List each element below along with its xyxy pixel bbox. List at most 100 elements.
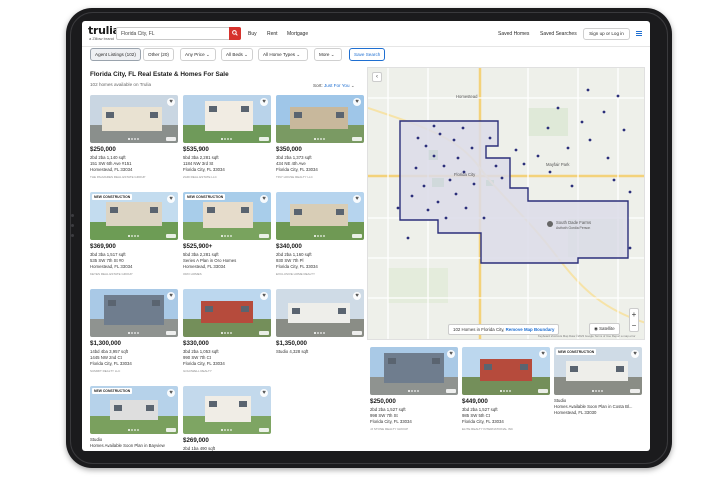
- trulia-logo[interactable]: trulia a Zillow brand: [88, 25, 120, 41]
- agent-listings-tab[interactable]: Agent Listings (102): [90, 48, 141, 61]
- broker-logo: [352, 234, 362, 238]
- favorite-heart-icon[interactable]: ♥: [167, 389, 175, 397]
- nav-buy[interactable]: Buy: [248, 31, 257, 37]
- listing-photo[interactable]: ♥: [183, 289, 271, 337]
- listing-photo[interactable]: ♥: [276, 289, 364, 337]
- collapse-map-button[interactable]: ‹: [372, 72, 382, 82]
- listing-photo[interactable]: ♥ NEW CONSTRUCTION: [90, 192, 178, 240]
- sort-dropdown[interactable]: Sort: Just For You ⌄: [313, 83, 355, 89]
- zoom-out-button[interactable]: −: [630, 320, 638, 331]
- map-panel[interactable]: ‹ Homestead Florida City Mayfair Park So…: [367, 67, 645, 340]
- listing-photo[interactable]: ♥ NEW CONSTRUCTION: [90, 386, 178, 434]
- listing-card[interactable]: ♥ NEW CONSTRUCTION $525,900+ 5bd 3ba 2,281 …: [183, 192, 271, 276]
- photo-carousel-dots[interactable]: [128, 429, 142, 431]
- listing-card[interactable]: ♥ $350,000 3bd 2ba 1,373 sqft 434 NE 4th Av…: [276, 95, 364, 179]
- beds-filter[interactable]: All Beds ⌄: [221, 48, 253, 61]
- listing-photo[interactable]: ♥: [462, 347, 550, 395]
- favorite-heart-icon[interactable]: ♥: [353, 292, 361, 300]
- listing-price: $250,000: [90, 146, 116, 153]
- listing-card[interactable]: ♥ $250,000 2bd 2ba 1,527 sqft 998 SW 7th St…: [370, 347, 458, 431]
- signup-login-button[interactable]: Sign up or Log in: [583, 28, 630, 40]
- favorite-heart-icon[interactable]: ♥: [631, 350, 639, 358]
- tablet-sensor: [71, 224, 74, 227]
- other-listings-tab[interactable]: Other (20): [143, 48, 174, 61]
- favorite-heart-icon[interactable]: ♥: [447, 350, 455, 358]
- listing-card[interactable]: ♥ NEW CONSTRUCTION Studio Homes Available S…: [90, 386, 178, 448]
- listing-card[interactable]: ♥ $250,000 2bd 2ba 1,140 sqft 151 SW 6th Av…: [90, 95, 178, 179]
- listing-city: Homestead, FL 33034: [183, 264, 226, 269]
- listing-card[interactable]: ♥ $1,300,000 14bd 4ba 3,957 sqft 1445 NW 2n…: [90, 289, 178, 373]
- nav-mortgage[interactable]: Mortgage: [287, 31, 308, 37]
- listing-card[interactable]: ♥ $449,000 3bd 2ba 1,527 sqft 985 SW 5th Ct…: [462, 347, 550, 431]
- favorite-heart-icon[interactable]: ♥: [167, 195, 175, 203]
- photo-carousel-dots[interactable]: [221, 235, 235, 237]
- listing-broker: Zaid Real Estate LLC: [183, 175, 217, 179]
- broker-logo: [630, 389, 640, 393]
- photo-carousel-dots[interactable]: [221, 429, 235, 431]
- new-construction-badge: NEW CONSTRUCTION: [185, 194, 226, 200]
- listing-photo[interactable]: ♥: [370, 347, 458, 395]
- photo-carousel-dots[interactable]: [221, 138, 235, 140]
- listing-photo[interactable]: ♥: [183, 386, 271, 434]
- photo-carousel-dots[interactable]: [408, 390, 422, 392]
- map-canvas[interactable]: [368, 68, 645, 340]
- favorite-heart-icon[interactable]: ♥: [260, 389, 268, 397]
- listing-card[interactable]: ♥ $340,000 2bd 2ba 1,160 sqft 930 SW 7th Pl…: [276, 192, 364, 276]
- listing-card[interactable]: ♥ NEW CONSTRUCTION $369,900 3bd 3ba 1,517 s…: [90, 192, 178, 276]
- listing-city: Florida City, FL 33034: [462, 419, 504, 424]
- favorite-heart-icon[interactable]: ♥: [167, 292, 175, 300]
- listing-broker: Goldwell Realty: [183, 369, 212, 373]
- listing-photo[interactable]: ♥: [276, 95, 364, 143]
- photo-carousel-dots[interactable]: [500, 390, 514, 392]
- saved-homes-link[interactable]: Saved Homes: [498, 31, 529, 37]
- listing-card[interactable]: ♥ $535,900 5bd 3ba 2,281 sqft 1184 NW 3rd S…: [183, 95, 271, 179]
- listing-photo[interactable]: ♥: [90, 289, 178, 337]
- listing-photo[interactable]: ♥: [183, 95, 271, 143]
- listing-card[interactable]: ♥ $269,000 2bd 1ba 490 sqft: [183, 386, 271, 451]
- listing-broker: Exclusive Home Realty: [276, 272, 315, 276]
- listing-details: 2bd 2ba 1,527 sqft: [370, 407, 406, 412]
- photo-carousel-dots[interactable]: [128, 235, 142, 237]
- listing-broker: The Palmares Real Estate Group: [90, 175, 146, 179]
- search-input[interactable]: Florida City, FL: [116, 27, 241, 40]
- listing-photo[interactable]: ♥: [90, 95, 178, 143]
- favorite-heart-icon[interactable]: ♥: [353, 195, 361, 203]
- listing-details: Studio: [90, 437, 103, 442]
- listing-details: 2bd 2ba 1,160 sqft: [276, 252, 312, 257]
- more-filters[interactable]: More ⌄: [314, 48, 342, 61]
- listing-details: Studio 4,328 sqft: [276, 349, 309, 354]
- home-type-filter[interactable]: All Home Types ⌄: [258, 48, 308, 61]
- broker-logo: [259, 331, 269, 335]
- photo-carousel-dots[interactable]: [128, 332, 142, 334]
- listing-card[interactable]: ♥ $1,350,000 Studio 4,328 sqft: [276, 289, 364, 354]
- zoom-in-button[interactable]: +: [630, 309, 638, 320]
- nav-rent[interactable]: Rent: [267, 31, 278, 37]
- favorite-heart-icon[interactable]: ♥: [260, 292, 268, 300]
- listing-photo[interactable]: ♥: [276, 192, 364, 240]
- listing-photo[interactable]: ♥ NEW CONSTRUCTION: [183, 192, 271, 240]
- results-title: Florida City, FL Real Estate & Homes For…: [90, 71, 229, 78]
- hamburger-menu-icon[interactable]: [636, 31, 642, 36]
- photo-carousel-dots[interactable]: [314, 235, 328, 237]
- favorite-heart-icon[interactable]: ♥: [353, 98, 361, 106]
- photo-carousel-dots[interactable]: [314, 138, 328, 140]
- photo-carousel-dots[interactable]: [314, 332, 328, 334]
- favorite-heart-icon[interactable]: ♥: [260, 98, 268, 106]
- photo-carousel-dots[interactable]: [128, 138, 142, 140]
- saved-searches-link[interactable]: Saved Searches: [540, 31, 577, 37]
- listing-photo[interactable]: ♥ NEW CONSTRUCTION: [554, 347, 642, 395]
- listing-card[interactable]: ♥ $330,000 3bd 2ba 1,053 sqft 990 SW 7th Ct…: [183, 289, 271, 373]
- photo-carousel-dots[interactable]: [221, 332, 235, 334]
- broker-logo: [259, 428, 269, 432]
- price-filter[interactable]: Any Price ⌄: [180, 48, 216, 61]
- favorite-heart-icon[interactable]: ♥: [167, 98, 175, 106]
- listing-details: 2bd 1ba 490 sqft: [183, 446, 216, 451]
- search-button[interactable]: [229, 27, 241, 40]
- save-search-button[interactable]: Save Search: [349, 48, 386, 61]
- photo-carousel-dots[interactable]: [592, 390, 606, 392]
- listing-city: Florida City, FL 33034: [183, 167, 225, 172]
- favorite-heart-icon[interactable]: ♥: [260, 195, 268, 203]
- remove-boundary-link[interactable]: Remove Map Boundary: [506, 327, 555, 332]
- listing-card[interactable]: ♥ NEW CONSTRUCTION Studio Homes Available S…: [554, 347, 642, 415]
- favorite-heart-icon[interactable]: ♥: [539, 350, 547, 358]
